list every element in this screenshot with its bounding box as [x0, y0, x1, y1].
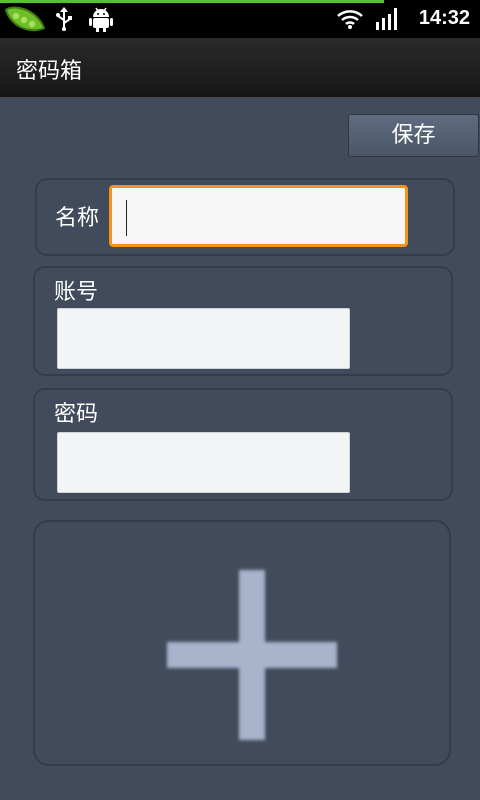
page-title: 密码箱: [16, 59, 83, 84]
status-progress-line: [0, 0, 384, 3]
title-bar: 密码箱: [0, 38, 480, 98]
name-field[interactable]: [109, 185, 408, 247]
status-time: 14:32: [418, 7, 470, 29]
name-label: 名称: [55, 206, 100, 231]
add-entry-button[interactable]: [33, 520, 451, 766]
signal-icon: [376, 8, 397, 30]
usb-icon: [56, 7, 72, 31]
save-button[interactable]: 保存: [348, 114, 479, 157]
password-label: 密码: [54, 402, 99, 427]
account-label: 账号: [54, 280, 99, 305]
password-card: 密码: [33, 388, 453, 501]
pea-pod-app-icon: [4, 6, 46, 32]
wifi-icon: [337, 10, 363, 29]
status-bar: 14:32: [0, 0, 480, 38]
password-field[interactable]: [57, 432, 350, 493]
plus-icon: [167, 570, 337, 740]
text-caret: [126, 200, 127, 236]
name-card: 名称: [35, 178, 455, 256]
android-debug-icon: [89, 7, 113, 32]
account-field[interactable]: [57, 308, 350, 369]
main-content: 保存 名称 账号 密码: [0, 98, 480, 800]
account-card: 账号: [33, 266, 453, 376]
